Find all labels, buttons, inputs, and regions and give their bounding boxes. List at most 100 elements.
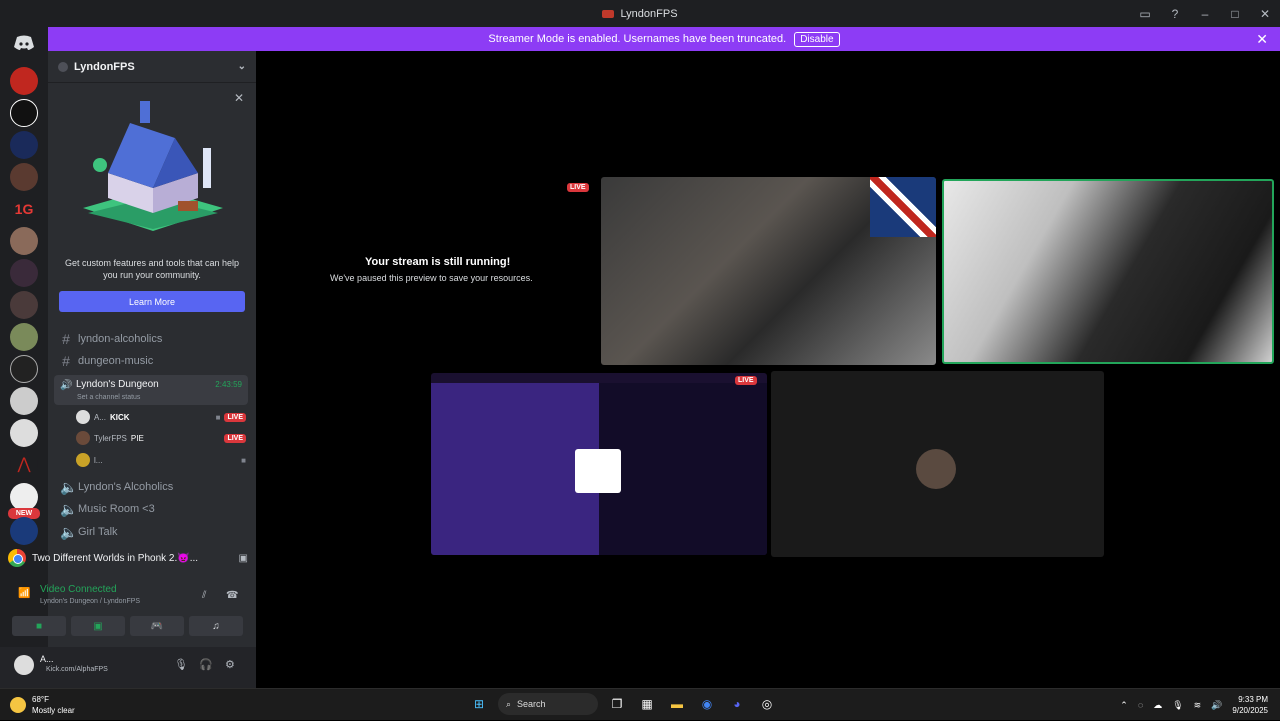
discord-home-icon[interactable] [12, 35, 36, 53]
disable-streamer-mode-button[interactable]: Disable [794, 31, 840, 47]
learn-more-button[interactable]: Learn More [59, 291, 245, 312]
voice-channel-name: Lyndon's Dungeon [76, 379, 159, 390]
time: 9:33 PM [1238, 695, 1268, 704]
server-icon-cult[interactable] [10, 355, 38, 383]
tray-app-icon[interactable]: ◌ [1138, 700, 1143, 710]
channel-label: lyndon-alcoholics [78, 333, 163, 345]
cloud-icon[interactable]: ☁ [1153, 700, 1162, 711]
headphones-icon[interactable]: 🎧 [199, 658, 213, 671]
server-icon-6[interactable] [10, 227, 38, 255]
weather-condition: Mostly clear [32, 706, 75, 715]
close-icon[interactable]: ✕ [234, 91, 244, 105]
speaker-icon: 🔈 [60, 500, 78, 517]
live-badge: LIVE [567, 183, 589, 192]
disconnect-icon[interactable]: ☎ [226, 590, 238, 601]
file-explorer-icon[interactable]: ▬ [666, 693, 688, 715]
gamepad-icon: 🎮 [150, 620, 164, 632]
camera-icon: ■ [215, 412, 221, 422]
inbox-icon[interactable]: ▭ [1130, 7, 1160, 21]
video-tile-streamer-1[interactable] [601, 177, 936, 365]
discord-taskbar-icon[interactable]: ◕ [726, 693, 748, 715]
voice-location[interactable]: Lyndon's Dungeon / LyndonFPS [40, 598, 140, 605]
activity-panel[interactable]: Two Different Worlds in Phonk 2.👿... ▣ [8, 544, 248, 572]
avatar[interactable] [14, 655, 34, 675]
server-icon-1g[interactable]: 1G [10, 195, 38, 223]
soundboard-button[interactable]: ♫ [189, 616, 243, 636]
gear-icon[interactable]: ⚙ [225, 658, 235, 671]
server-icon-war-of-worlds[interactable] [10, 259, 38, 287]
pie-tag: PIE [130, 433, 144, 443]
live-badge: LIVE [735, 376, 757, 385]
camera-icon: ■ [241, 455, 246, 465]
server-header[interactable]: LyndonFPS ⌄ [48, 51, 256, 83]
voice-user[interactable]: A... KICK ■ LIVE [76, 408, 246, 426]
voice-user[interactable]: TylerFPS PIE LIVE [76, 429, 246, 447]
help-icon[interactable]: ? [1160, 7, 1190, 21]
house-illustration [83, 101, 223, 231]
steam-taskbar-icon[interactable]: ◎ [756, 693, 778, 715]
chevron-up-icon[interactable]: ⌃ [1120, 700, 1128, 711]
microphone-tray-icon[interactable]: 🎙 [1172, 700, 1183, 711]
channel-lyndon-alcoholics[interactable]: # lyndon-alcoholics [56, 328, 248, 350]
channel-music-room[interactable]: 🔈 Music Room <3 [56, 498, 248, 520]
avatar [76, 453, 90, 467]
store-icon[interactable]: ▦ [636, 693, 658, 715]
channel-label: Music Room <3 [78, 503, 155, 515]
server-icon-8[interactable] [10, 291, 38, 319]
video-camera-icon: ■ [35, 620, 43, 632]
date: 9/20/2025 [1232, 706, 1268, 715]
voice-user[interactable]: l... ■ [76, 451, 246, 469]
username: A... [40, 654, 54, 664]
screen-share-tile[interactable] [431, 373, 767, 555]
clock[interactable]: 9:33 PM 9/20/2025 [1232, 694, 1268, 716]
server-icon-hmn[interactable] [10, 517, 38, 545]
avatar [916, 449, 956, 489]
chrome-taskbar-icon[interactable]: ◉ [696, 693, 718, 715]
camera-button[interactable]: ■ [12, 616, 66, 636]
screen-icon[interactable]: ▣ [239, 553, 248, 564]
soundboard-icon: ♫ [212, 620, 220, 632]
task-view-icon[interactable]: ❐ [606, 693, 628, 715]
maximize-button[interactable]: □ [1220, 7, 1250, 21]
hashtag-icon: # [62, 353, 70, 369]
channel-dungeon-music[interactable]: # dungeon-music [56, 350, 248, 372]
chevron-down-icon[interactable]: ⌄ [238, 61, 246, 72]
close-icon[interactable]: ✕ [1256, 31, 1268, 48]
wifi-icon[interactable]: ≋ [1194, 700, 1202, 711]
server-icon-alpha[interactable] [10, 67, 38, 95]
voice-channel-lyndons-dungeon[interactable]: 🔊 Lyndon's Dungeon 2:43:59 Set a channel… [54, 375, 248, 405]
close-window-button[interactable]: ✕ [1250, 7, 1280, 21]
chrome-icon [8, 549, 26, 567]
video-tile-streamer-2[interactable] [942, 179, 1274, 364]
video-tile-user-3[interactable] [771, 371, 1104, 557]
minimize-button[interactable]: – [1190, 7, 1220, 21]
app-icon [602, 9, 615, 18]
user-panel: A... Kick.com/AlphaFPS 🎙 🎧 ⚙ [0, 647, 256, 688]
server-icon-12[interactable] [10, 419, 38, 447]
voice-user-name: A... [94, 412, 107, 422]
windows-start-icon[interactable]: ⊞ [468, 693, 490, 715]
server-icon-4[interactable] [10, 163, 38, 191]
kick-tag: KICK [110, 412, 130, 422]
live-badge: LIVE [224, 433, 246, 443]
channel-girl-talk[interactable]: 🔈 Girl Talk [56, 521, 248, 543]
server-icon-9[interactable] [10, 323, 38, 351]
screen-share-button[interactable]: ▣ [71, 616, 125, 636]
avatar [76, 410, 90, 424]
server-icon-alpha-nation[interactable] [10, 483, 38, 511]
server-icon-11[interactable] [10, 387, 38, 415]
microphone-icon[interactable]: 🎙 [174, 658, 188, 671]
taskbar-search[interactable]: ⌕ Search [498, 693, 598, 715]
activities-button[interactable]: 🎮 [130, 616, 184, 636]
volume-icon[interactable]: 🔊 [1211, 700, 1222, 711]
voice-status[interactable]: Video Connected [40, 584, 117, 595]
server-icon-pieman[interactable] [10, 131, 38, 159]
channel-status-prompt[interactable]: Set a channel status [77, 394, 140, 401]
server-icon-pzg[interactable] [10, 99, 38, 127]
server-icon-13[interactable]: ⋀ [10, 451, 38, 479]
promo-text: Get custom features and tools that can h… [64, 258, 240, 280]
weather-widget[interactable]: 68°F Mostly clear [10, 694, 75, 716]
channel-lyndons-alcoholics[interactable]: 🔈 Lyndon's Alcoholics [56, 476, 248, 498]
noise-suppression-icon[interactable]: ⫽ [202, 590, 206, 601]
server-name: LyndonFPS [74, 60, 135, 73]
